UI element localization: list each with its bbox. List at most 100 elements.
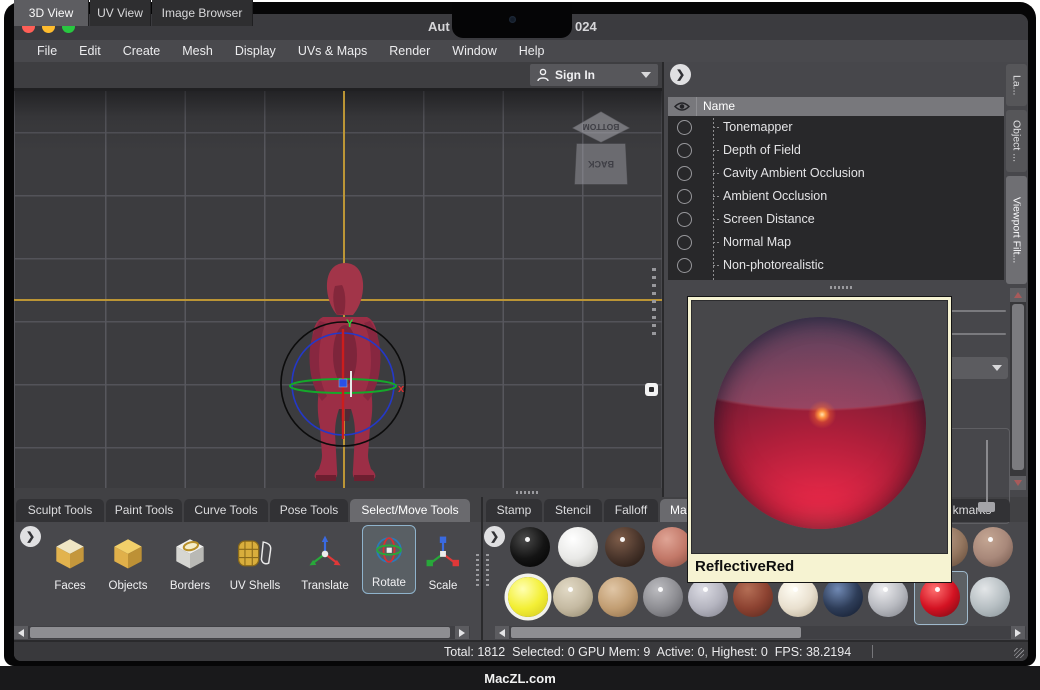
layer-row-tonemapper[interactable]: Tonemapper (668, 116, 1004, 139)
tool-rotate-selected[interactable]: Rotate (362, 525, 416, 594)
view-cube[interactable]: BOTTOM BACK (566, 99, 636, 189)
material-swatch-white[interactable] (558, 527, 598, 567)
layer-row-cavity-ambient-occlusion[interactable]: Cavity Ambient Occlusion (668, 162, 1004, 185)
right-tray-scrollbar[interactable] (495, 626, 1026, 639)
panel-splitter-handle-horizontal[interactable] (830, 286, 854, 289)
material-swatch-silver-2[interactable] (970, 577, 1010, 617)
material-swatch-yellow[interactable] (508, 577, 548, 617)
vertical-slider-track[interactable] (986, 440, 988, 506)
status-text: Total: 1812 Selected: 0 GPU Mem: 9 Activ… (444, 645, 851, 659)
presets-scroll-left-button[interactable] (484, 526, 505, 547)
scrollbar-thumb[interactable] (30, 627, 450, 638)
material-swatch-gray[interactable] (643, 577, 683, 617)
side-tab-object-list[interactable]: Object ... (1006, 110, 1027, 172)
menu-render[interactable]: Render (378, 40, 441, 62)
property-slider[interactable] (950, 333, 1006, 335)
visibility-toggle[interactable] (677, 212, 692, 227)
scroll-left-button[interactable] (14, 626, 28, 639)
menu-edit[interactable]: Edit (68, 40, 112, 62)
layer-row-screen-distance[interactable]: Screen Distance (668, 208, 1004, 231)
material-swatch-rust[interactable] (733, 577, 773, 617)
tray-tab-falloff[interactable]: Falloff (604, 499, 658, 522)
visibility-toggle[interactable] (677, 235, 692, 250)
tool-translate[interactable]: Translate (297, 532, 353, 592)
menu-mesh[interactable]: Mesh (171, 40, 224, 62)
side-tab-viewport-filters[interactable]: Viewport Filt... (1006, 176, 1027, 284)
table-header: Name (668, 97, 1004, 116)
menu-display[interactable]: Display (224, 40, 287, 62)
visibility-toggle[interactable] (677, 166, 692, 181)
tab-3d-view[interactable]: 3D View (14, 0, 89, 26)
sign-in-dropdown-arrow-icon (641, 72, 651, 78)
visibility-toggle[interactable] (677, 120, 692, 135)
viewport-pivot-icon[interactable] (645, 383, 658, 396)
left-tray-scrollbar[interactable] (14, 626, 470, 639)
tray-tab-sculpt-tools[interactable]: Sculpt Tools (16, 499, 104, 522)
tray-tab-stamp[interactable]: Stamp (486, 499, 542, 522)
menu-help[interactable]: Help (508, 40, 556, 62)
menu-uvs-maps[interactable]: UVs & Maps (287, 40, 378, 62)
scroll-right-button[interactable] (455, 626, 469, 639)
material-swatch-dark-brown[interactable] (605, 527, 645, 567)
visibility-toggle[interactable] (677, 189, 692, 204)
panel-expand-button[interactable] (670, 64, 691, 85)
visibility-column-header[interactable] (668, 101, 696, 112)
tray-tab-paint-tools[interactable]: Paint Tools (106, 499, 182, 522)
sign-in-button[interactable]: Sign In (530, 64, 658, 86)
tool-borders[interactable]: Borders (162, 532, 218, 592)
material-swatch-reflective-red-selected[interactable] (920, 577, 960, 617)
left-tray-handle[interactable] (476, 554, 479, 588)
tool-label: Translate (297, 580, 353, 592)
tool-objects[interactable]: Objects (100, 532, 156, 592)
right-tray-handle[interactable] (486, 554, 489, 588)
panel-splitter-handle-vertical[interactable] (652, 268, 656, 338)
scrollbar-thumb[interactable] (511, 627, 801, 638)
scroll-up-button[interactable] (1010, 288, 1026, 302)
material-swatch-salmon[interactable] (652, 527, 692, 567)
tool-uv-shells[interactable]: UV Shells (227, 532, 283, 592)
material-swatch-light-gray[interactable] (688, 577, 728, 617)
property-slider[interactable] (950, 310, 1006, 312)
tray-scroll-left-button[interactable] (20, 526, 41, 547)
material-swatch-pearl[interactable] (778, 577, 818, 617)
layer-row-non-photorealistic[interactable]: Non-photorealistic (668, 254, 1004, 277)
tray-tab-curve-tools[interactable]: Curve Tools (184, 499, 268, 522)
material-swatch-tan[interactable] (598, 577, 638, 617)
layer-row-depth-of-field[interactable]: Depth of Field (668, 139, 1004, 162)
layer-row-ambient-occlusion[interactable]: Ambient Occlusion (668, 185, 1004, 208)
material-swatch-rosy-brown[interactable] (973, 527, 1013, 567)
tray-tab-stencil[interactable]: Stencil (544, 499, 602, 522)
side-tab-layers[interactable]: La... (1006, 64, 1027, 106)
tray-splitter-handle[interactable] (516, 491, 540, 494)
material-swatch-black[interactable] (510, 527, 550, 567)
scroll-right-button[interactable] (1011, 626, 1025, 639)
visibility-toggle[interactable] (677, 143, 692, 158)
visibility-toggle[interactable] (677, 258, 692, 273)
arrow-right-icon (459, 629, 465, 637)
scroll-down-button[interactable] (1010, 476, 1026, 490)
tray-tab-pose-tools[interactable]: Pose Tools (270, 499, 348, 522)
tool-faces[interactable]: Faces (42, 532, 98, 592)
camera-dot-icon (509, 16, 516, 23)
resize-grip-icon[interactable] (1014, 648, 1024, 658)
scrollbar-thumb[interactable] (1012, 304, 1024, 470)
vertical-slider-knob[interactable] (978, 502, 995, 512)
menu-create[interactable]: Create (112, 40, 172, 62)
menu-file[interactable]: File (26, 40, 68, 62)
viewport-3d[interactable]: BOTTOM BACK Y x (14, 88, 662, 488)
tab-uv-view[interactable]: UV View (90, 0, 151, 26)
material-swatch-silver[interactable] (868, 577, 908, 617)
properties-scrollbar[interactable] (1010, 288, 1026, 490)
tool-scale[interactable]: Scale (417, 532, 469, 592)
property-dropdown[interactable] (944, 357, 1008, 379)
tab-image-browser[interactable]: Image Browser (152, 0, 253, 26)
menu-window[interactable]: Window (441, 40, 507, 62)
scroll-left-button[interactable] (495, 626, 509, 639)
tray-tab-select-move-tools[interactable]: Select/Move Tools (350, 499, 470, 522)
material-swatch-beige[interactable] (553, 577, 593, 617)
rotate-manipulator[interactable]: Y x (262, 259, 428, 488)
material-swatch-dark-blue[interactable] (823, 577, 863, 617)
name-column-header[interactable]: Name (696, 97, 1004, 116)
layer-label: Tonemapper (723, 120, 793, 134)
layer-row-normal-map[interactable]: Normal Map (668, 231, 1004, 254)
